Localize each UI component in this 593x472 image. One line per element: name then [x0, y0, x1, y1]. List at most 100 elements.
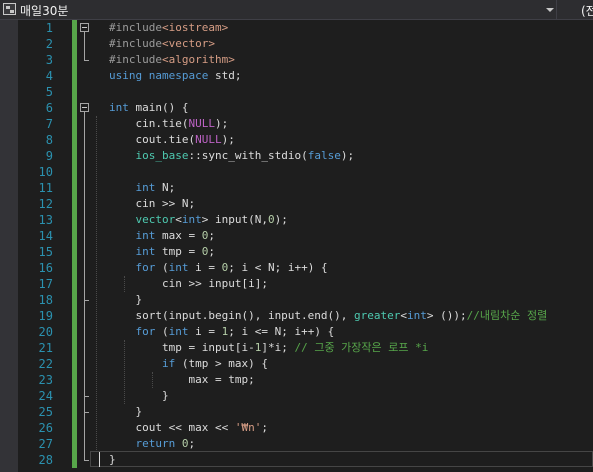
code-text[interactable]: } — [109, 404, 142, 420]
code-text[interactable]: vector<int> input(N,0); — [109, 212, 288, 228]
code-token: return — [135, 437, 176, 450]
outline-end — [84, 396, 89, 397]
code-line[interactable]: 14 int max = 0; — [18, 228, 593, 244]
line-number: 28 — [38, 453, 53, 467]
code-line[interactable]: 20 for (int i = 1; i <= N; i++) { — [18, 324, 593, 340]
code-text[interactable]: cin >> input[i]; — [109, 276, 268, 292]
code-line[interactable]: 15 int tmp = 0; — [18, 244, 593, 260]
indent-guide — [96, 116, 97, 452]
navigation-bar: 매일30분 (전 — [0, 0, 593, 20]
code-line[interactable]: 5 — [18, 84, 593, 100]
code-text[interactable]: tmp = input[i-1]*i; // 그중 가장작은 로프 *i — [109, 340, 428, 356]
code-token: int — [168, 261, 189, 274]
code-text[interactable]: } — [109, 388, 169, 404]
chevron-down-icon[interactable] — [546, 8, 554, 12]
code-token: vector — [135, 213, 176, 226]
code-token: max = tmp; — [109, 373, 255, 386]
line-number: 15 — [38, 245, 53, 259]
code-line[interactable]: 26 cout << max << '₩n'; — [18, 420, 593, 436]
code-token: for — [135, 325, 156, 338]
code-token: ios_base — [135, 149, 189, 162]
project-dropdown[interactable]: 매일30분 — [0, 0, 557, 19]
code-line[interactable]: 2 #include<vector> — [18, 36, 593, 52]
code-text[interactable]: #include<vector> — [109, 36, 215, 52]
line-number: 27 — [38, 437, 53, 451]
code-line[interactable]: 22 if (tmp > max) { — [18, 356, 593, 372]
code-token: N; — [155, 181, 176, 194]
collapse-icon[interactable] — [80, 23, 89, 32]
code-line[interactable]: 17 cin >> input[i]; — [18, 276, 593, 292]
line-number: 16 — [38, 261, 53, 275]
code-text[interactable]: #include<iostream> — [109, 20, 228, 36]
code-token: false — [307, 149, 341, 162]
code-text[interactable]: #include<algorithm> — [109, 52, 235, 68]
code-token: sort(input.begin(), input.end(), — [109, 309, 355, 322]
text-caret — [99, 452, 100, 467]
code-token: int — [109, 101, 129, 114]
code-line[interactable]: 3 #include<algorithm> — [18, 52, 593, 68]
code-text[interactable]: } — [109, 292, 142, 308]
code-line[interactable]: 25 } — [18, 404, 593, 420]
code-text[interactable]: int tmp = 0; — [109, 244, 215, 260]
line-number: 17 — [38, 277, 53, 291]
indent-guide — [152, 372, 153, 388]
code-line[interactable]: 7 cin.tie(NULL); — [18, 116, 593, 132]
scope-dropdown[interactable]: (전 — [557, 0, 593, 19]
code-text[interactable]: cout << max << '₩n'; — [109, 420, 267, 436]
code-text[interactable]: for (int i = 0; i < N; i++) { — [109, 260, 328, 276]
code-line[interactable]: 8 cout.tie(NULL); — [18, 132, 593, 148]
code-line[interactable]: 18 } — [18, 292, 593, 308]
code-token: if — [161, 357, 176, 370]
code-text[interactable]: max = tmp; — [109, 372, 255, 388]
code-token: int — [135, 245, 156, 258]
code-line[interactable]: 24 } — [18, 388, 593, 404]
line-number: 11 — [38, 181, 53, 195]
code-text[interactable]: using namespace std; — [109, 68, 241, 84]
code-token: (tmp > max) { — [175, 357, 268, 370]
code-token: ; i < N; i++) { — [228, 261, 328, 274]
code-text[interactable]: int max = 0; — [109, 228, 215, 244]
code-line[interactable]: 13 vector<int> input(N,0); — [18, 212, 593, 228]
line-number: 4 — [45, 69, 53, 83]
code-token: #include — [109, 53, 162, 66]
code-line[interactable]: 23 max = tmp; — [18, 372, 593, 388]
code-token: NULL — [195, 133, 222, 146]
code-token: ]*i; — [261, 341, 295, 354]
line-number: 18 — [38, 293, 53, 307]
code-text[interactable]: ios_base::sync_with_stdio(false); — [109, 148, 355, 164]
code-line[interactable]: 27 return 0; — [18, 436, 593, 452]
code-line[interactable]: 16 for (int i = 0; i < N; i++) { — [18, 260, 593, 276]
code-token: ); — [214, 117, 229, 130]
code-token: cin.tie( — [109, 117, 189, 130]
code-line[interactable]: 12 cin >> N; — [18, 196, 593, 212]
line-number: 14 — [38, 229, 53, 243]
code-token: ::sync_with_stdio( — [188, 149, 308, 162]
code-token: < — [175, 213, 182, 226]
code-line[interactable]: 19 sort(input.begin(), input.end(), grea… — [18, 308, 593, 324]
code-line[interactable]: 10 — [18, 164, 593, 180]
code-line[interactable]: 11 int N; — [18, 180, 593, 196]
code-token: <algorithm> — [161, 53, 235, 66]
code-line[interactable]: 9 ios_base::sync_with_stdio(false); — [18, 148, 593, 164]
collapse-icon[interactable] — [80, 103, 89, 112]
code-line[interactable]: 4 using namespace std; — [18, 68, 593, 84]
code-text[interactable]: cin >> N; — [109, 196, 195, 212]
code-line[interactable]: 1 #include<iostream> — [18, 20, 593, 36]
code-token: // 그중 가장작은 로프 *i — [294, 341, 429, 354]
code-text[interactable]: return 0; — [109, 436, 196, 452]
code-text[interactable]: int main() { — [109, 100, 188, 116]
code-text[interactable]: cout.tie(NULL); — [109, 132, 234, 148]
code-line[interactable]: 21 tmp = input[i-1]*i; // 그중 가장작은 로프 *i — [18, 340, 593, 356]
code-text[interactable]: if (tmp > max) { — [109, 356, 268, 372]
code-text[interactable]: for (int i = 1; i <= N; i++) { — [109, 324, 335, 340]
code-line[interactable]: 6 int main() { — [18, 100, 593, 116]
code-text[interactable]: int N; — [109, 180, 176, 196]
outline-line — [84, 32, 85, 60]
code-text[interactable]: cin.tie(NULL); — [109, 116, 228, 132]
current-line-highlight — [90, 451, 593, 467]
code-text[interactable]: sort(input.begin(), input.end(), greater… — [109, 308, 547, 324]
